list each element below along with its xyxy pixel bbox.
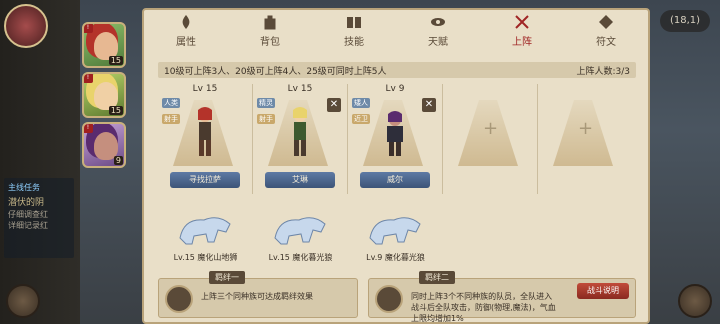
class-tag: 射手 [257, 114, 275, 124]
tab-skills[interactable]: 技能 [324, 11, 384, 49]
portrait-level: 9 [113, 156, 123, 165]
class-tag: 近卫 [352, 114, 370, 124]
tab-label: 技能 [344, 36, 364, 48]
crossed-swords-icon [513, 13, 531, 31]
tab-attributes[interactable]: 属性 [156, 11, 216, 49]
quest-tracker[interactable]: 主线任务 潜伏的阴 仔细调查红 详细记录红 [4, 178, 74, 258]
warning-badge: ! [84, 74, 93, 83]
bond-one-box: 羁绊一 上阵三个同种族可达成羁绊效果 [158, 271, 358, 318]
race-tag: 精灵 [257, 98, 275, 108]
warning-badge: ! [84, 24, 93, 33]
hero-slot-1[interactable]: Lv 15 人类 射手 寻找拉萨 [158, 84, 253, 194]
race-tag: 人类 [162, 98, 180, 108]
beast-3[interactable]: Lv.9 魔化暮光狼 [348, 208, 443, 270]
wolf-sprite [369, 217, 421, 245]
hero-sprite [387, 111, 403, 156]
tab-label: 上阵 [512, 36, 532, 48]
bond-emblem-icon [375, 285, 403, 313]
hero-level: Lv 15 [192, 84, 218, 94]
book-icon [345, 13, 363, 31]
hero-sprite [198, 107, 212, 156]
class-tag: 射手 [162, 114, 180, 124]
eye-icon [429, 13, 447, 31]
add-hero-icon[interactable]: + [483, 120, 498, 138]
add-hero-icon[interactable]: + [578, 120, 593, 138]
tab-label: 符文 [596, 36, 616, 48]
left-panel [0, 0, 80, 324]
tab-backpack[interactable]: 背包 [240, 11, 300, 49]
beast-label: Lv.15 魔化山地狮 [173, 253, 238, 262]
quest-name: 潜伏的阴 [8, 198, 45, 208]
bond-two-box: 羁绊二 同时上阵3个不同种族的队员，全队进入 战斗后全队攻击，防御(物理,魔法)… [368, 271, 636, 323]
portrait-hero-3[interactable]: ! 9 [82, 122, 126, 168]
wolf-sprite [179, 217, 231, 245]
map-coordinate: (18,1) [660, 10, 710, 32]
battle-info-button[interactable]: 战斗说明 [577, 283, 629, 299]
hero-slot-2[interactable]: Lv 15 精灵 射手 ✕ 艾琳 [253, 84, 348, 194]
tab-talent[interactable]: 天赋 [408, 11, 468, 49]
bottom-left-button[interactable] [6, 284, 40, 318]
formation-panel: 属性 背包 技能 天赋 上阵 符文 10级可上阵3人、20级可上阵4人、25级可… [142, 8, 650, 324]
warning-badge: ! [84, 124, 93, 133]
tab-formation[interactable]: 上阵 [492, 11, 552, 49]
empty-slot-4[interactable]: + [443, 84, 538, 194]
tab-label: 属性 [176, 36, 196, 48]
bond-title: 羁绊一 [209, 271, 245, 284]
tab-label: 背包 [260, 36, 280, 48]
quest-title: 主线任务 [8, 183, 40, 192]
hero-level: Lv 9 [385, 84, 405, 94]
portrait-hero-1[interactable]: ! 15 [82, 22, 126, 68]
rune-icon [597, 13, 615, 31]
tab-bar: 属性 背包 技能 天赋 上阵 符文 [144, 10, 648, 50]
quest-description: 仔细调查红 详细记录红 [8, 210, 48, 230]
portrait-level: 15 [108, 106, 123, 115]
hero-slot-3[interactable]: Lv 9 矮人 近卫 ✕ 威尔 [348, 84, 443, 194]
formation-rule-bar: 10级可上阵3人、20级可上阵4人、25级可同时上阵5人 上阵人数:3/3 [158, 62, 636, 78]
portrait-level: 15 [108, 56, 123, 65]
beast-label: Lv.9 魔化暮光狼 [366, 253, 425, 262]
beast-label: Lv.15 魔化暮光狼 [268, 253, 333, 262]
race-tag: 矮人 [352, 98, 370, 108]
wolf-sprite [274, 217, 326, 245]
empty-slot-5[interactable]: + [538, 84, 633, 194]
bond-title: 羁绊二 [419, 271, 455, 284]
hero-name-plate: 寻找拉萨 [170, 172, 240, 188]
bottom-right-button[interactable] [678, 284, 712, 318]
bag-icon [261, 13, 279, 31]
formation-rule-text: 10级可上阵3人、20级可上阵4人、25级可同时上阵5人 [164, 66, 387, 77]
remove-hero-button[interactable]: ✕ [327, 98, 341, 112]
bond-description: 上阵三个同种族可达成羁绊效果 [201, 292, 313, 301]
beast-1[interactable]: Lv.15 魔化山地狮 [158, 208, 253, 270]
portrait-strip: ! 15 ! 15 ! 9 [82, 22, 128, 172]
remove-hero-button[interactable]: ✕ [422, 98, 436, 112]
hero-level: Lv 15 [287, 84, 313, 94]
portrait-hero-2[interactable]: ! 15 [82, 72, 126, 118]
beast-row: Lv.15 魔化山地狮 Lv.15 魔化暮光狼 Lv.9 魔化暮光狼 [158, 208, 458, 270]
hero-slots: Lv 15 人类 射手 寻找拉萨 Lv 15 精灵 射手 ✕ 艾琳 Lv 9 矮… [158, 84, 636, 194]
flame-icon [177, 13, 195, 31]
beast-2[interactable]: Lv.15 魔化暮光狼 [253, 208, 348, 270]
bond-description: 同时上阵3个不同种族的队员，全队进入 战斗后全队攻击，防御(物理,魔法)，气血 … [411, 292, 556, 323]
player-avatar[interactable] [4, 4, 48, 48]
hero-name-plate: 威尔 [360, 172, 430, 188]
hero-name-plate: 艾琳 [265, 172, 335, 188]
tab-label: 天赋 [428, 36, 448, 48]
tab-runes[interactable]: 符文 [576, 11, 636, 49]
formation-count: 上阵人数:3/3 [576, 66, 630, 77]
bond-emblem-icon [165, 285, 193, 313]
hero-sprite [293, 107, 307, 156]
